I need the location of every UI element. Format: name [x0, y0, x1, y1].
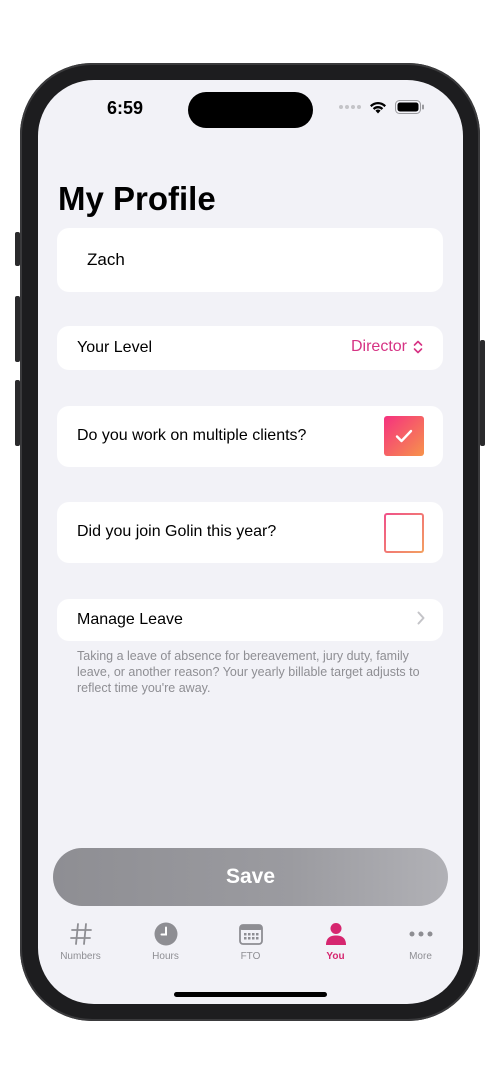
calendar-icon	[238, 920, 263, 948]
level-value: Director	[350, 338, 407, 355]
status-icons	[339, 100, 425, 114]
mute-switch	[15, 232, 20, 266]
level-label: Your Level	[77, 339, 153, 356]
level-picker[interactable]: Director	[351, 338, 423, 356]
tab-fto[interactable]: FTO	[208, 920, 293, 970]
tab-bar: Numbers Hours FTO You More	[38, 920, 463, 970]
save-button[interactable]: Save	[53, 848, 448, 906]
screen: 6:59 My Profile Zach Your Level Director…	[38, 80, 463, 1004]
multiple-clients-label: Do you work on multiple clients?	[77, 427, 307, 444]
tab-label-numbers: Numbers	[60, 951, 101, 962]
name-value[interactable]: Zach	[87, 250, 125, 270]
chevron-up-down-icon	[413, 340, 423, 354]
tab-label-hours: Hours	[152, 951, 179, 962]
cellular-signal-icon	[339, 105, 361, 109]
manage-leave-label: Manage Leave	[77, 611, 183, 628]
manage-leave-note: Taking a leave of absence for bereavemen…	[77, 649, 420, 695]
tab-hours[interactable]: Hours	[123, 920, 208, 970]
manage-leave-row[interactable]: Manage Leave	[57, 599, 443, 641]
level-picker-row[interactable]: Your Level Director	[57, 326, 443, 370]
tab-numbers[interactable]: Numbers	[38, 920, 123, 970]
multiple-clients-row: Do you work on multiple clients?	[57, 406, 443, 467]
tab-label-you: You	[326, 951, 345, 962]
status-time: 6:59	[106, 98, 144, 118]
tab-more[interactable]: More	[378, 920, 463, 970]
joined-this-year-label: Did you join Golin this year?	[77, 523, 277, 540]
wifi-icon	[370, 101, 386, 113]
chevron-right-icon	[417, 611, 425, 625]
multiple-clients-checkbox[interactable]	[384, 416, 424, 456]
volume-up-button	[15, 296, 20, 362]
person-icon	[325, 920, 347, 948]
page-title: My Profile	[58, 180, 216, 217]
tab-label-more: More	[409, 951, 432, 962]
home-indicator	[174, 992, 327, 997]
tab-label-fto: FTO	[240, 951, 261, 962]
battery-icon	[395, 100, 424, 114]
name-field[interactable]: Zach	[57, 228, 443, 292]
clock-icon	[154, 920, 178, 948]
tab-you[interactable]: You	[293, 920, 378, 970]
power-button	[480, 340, 485, 446]
volume-down-button	[15, 380, 20, 446]
joined-this-year-row: Did you join Golin this year?	[57, 502, 443, 563]
joined-this-year-checkbox[interactable]	[384, 513, 424, 553]
checkmark-icon	[395, 429, 413, 443]
ellipsis-icon	[409, 920, 433, 948]
hash-icon	[69, 920, 93, 948]
dynamic-island	[188, 92, 313, 128]
